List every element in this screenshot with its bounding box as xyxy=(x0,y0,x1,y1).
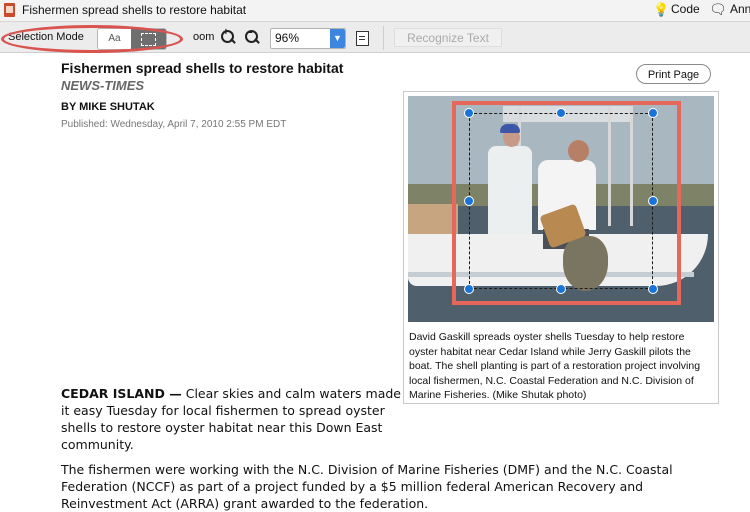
recognize-text-button[interactable]: Recognize Text xyxy=(394,28,502,47)
photo-caption: David Gaskill spreads oyster shells Tues… xyxy=(409,331,701,401)
selection-rectangle[interactable] xyxy=(469,113,653,289)
resize-handle-right[interactable] xyxy=(648,196,658,206)
article-source: NEWS-TIMES xyxy=(61,78,145,93)
zoom-value: 96% xyxy=(275,31,300,45)
fit-page-icon[interactable] xyxy=(356,31,369,46)
resize-handle-top[interactable] xyxy=(556,108,566,118)
resize-handle-bottom-right[interactable] xyxy=(648,284,658,294)
annotate-button[interactable]: Ann xyxy=(730,2,750,16)
article-byline: BY MIKE SHUTAK xyxy=(61,101,155,113)
window-title: Fishermen spread shells to restore habit… xyxy=(22,3,247,17)
lightbulb-icon[interactable]: 💡 xyxy=(653,2,669,18)
comment-icon[interactable]: 🗨 xyxy=(709,1,727,18)
title-bar: Fishermen spread shells to restore habit… xyxy=(0,0,750,22)
zoom-select[interactable]: 96% ▼ xyxy=(270,28,346,49)
article-paragraph-1: CEDAR ISLAND — Clear skies and calm wate… xyxy=(61,385,401,453)
resize-handle-top-right[interactable] xyxy=(648,108,658,118)
zoom-in-icon[interactable]: + xyxy=(220,27,236,45)
published-date: Published: Wednesday, April 7, 2010 2:55… xyxy=(61,119,287,130)
zoom-out-icon[interactable]: – xyxy=(244,27,260,45)
toolbar-divider xyxy=(383,26,384,50)
document-icon xyxy=(4,3,15,17)
dateline: CEDAR ISLAND — xyxy=(61,386,182,401)
highlight-ellipse xyxy=(1,25,183,53)
zoom-label: oom xyxy=(193,31,215,43)
article-title: Fishermen spread shells to restore habit… xyxy=(61,60,344,76)
chevron-down-icon[interactable]: ▼ xyxy=(330,29,345,48)
code-button[interactable]: Code xyxy=(671,2,700,16)
resize-handle-top-left[interactable] xyxy=(464,108,474,118)
resize-handle-bottom[interactable] xyxy=(556,284,566,294)
resize-handle-left[interactable] xyxy=(464,196,474,206)
article-paragraph-2: The fishermen were working with the N.C.… xyxy=(61,462,673,511)
print-page-button[interactable]: Print Page xyxy=(636,64,711,84)
resize-handle-bottom-left[interactable] xyxy=(464,284,474,294)
